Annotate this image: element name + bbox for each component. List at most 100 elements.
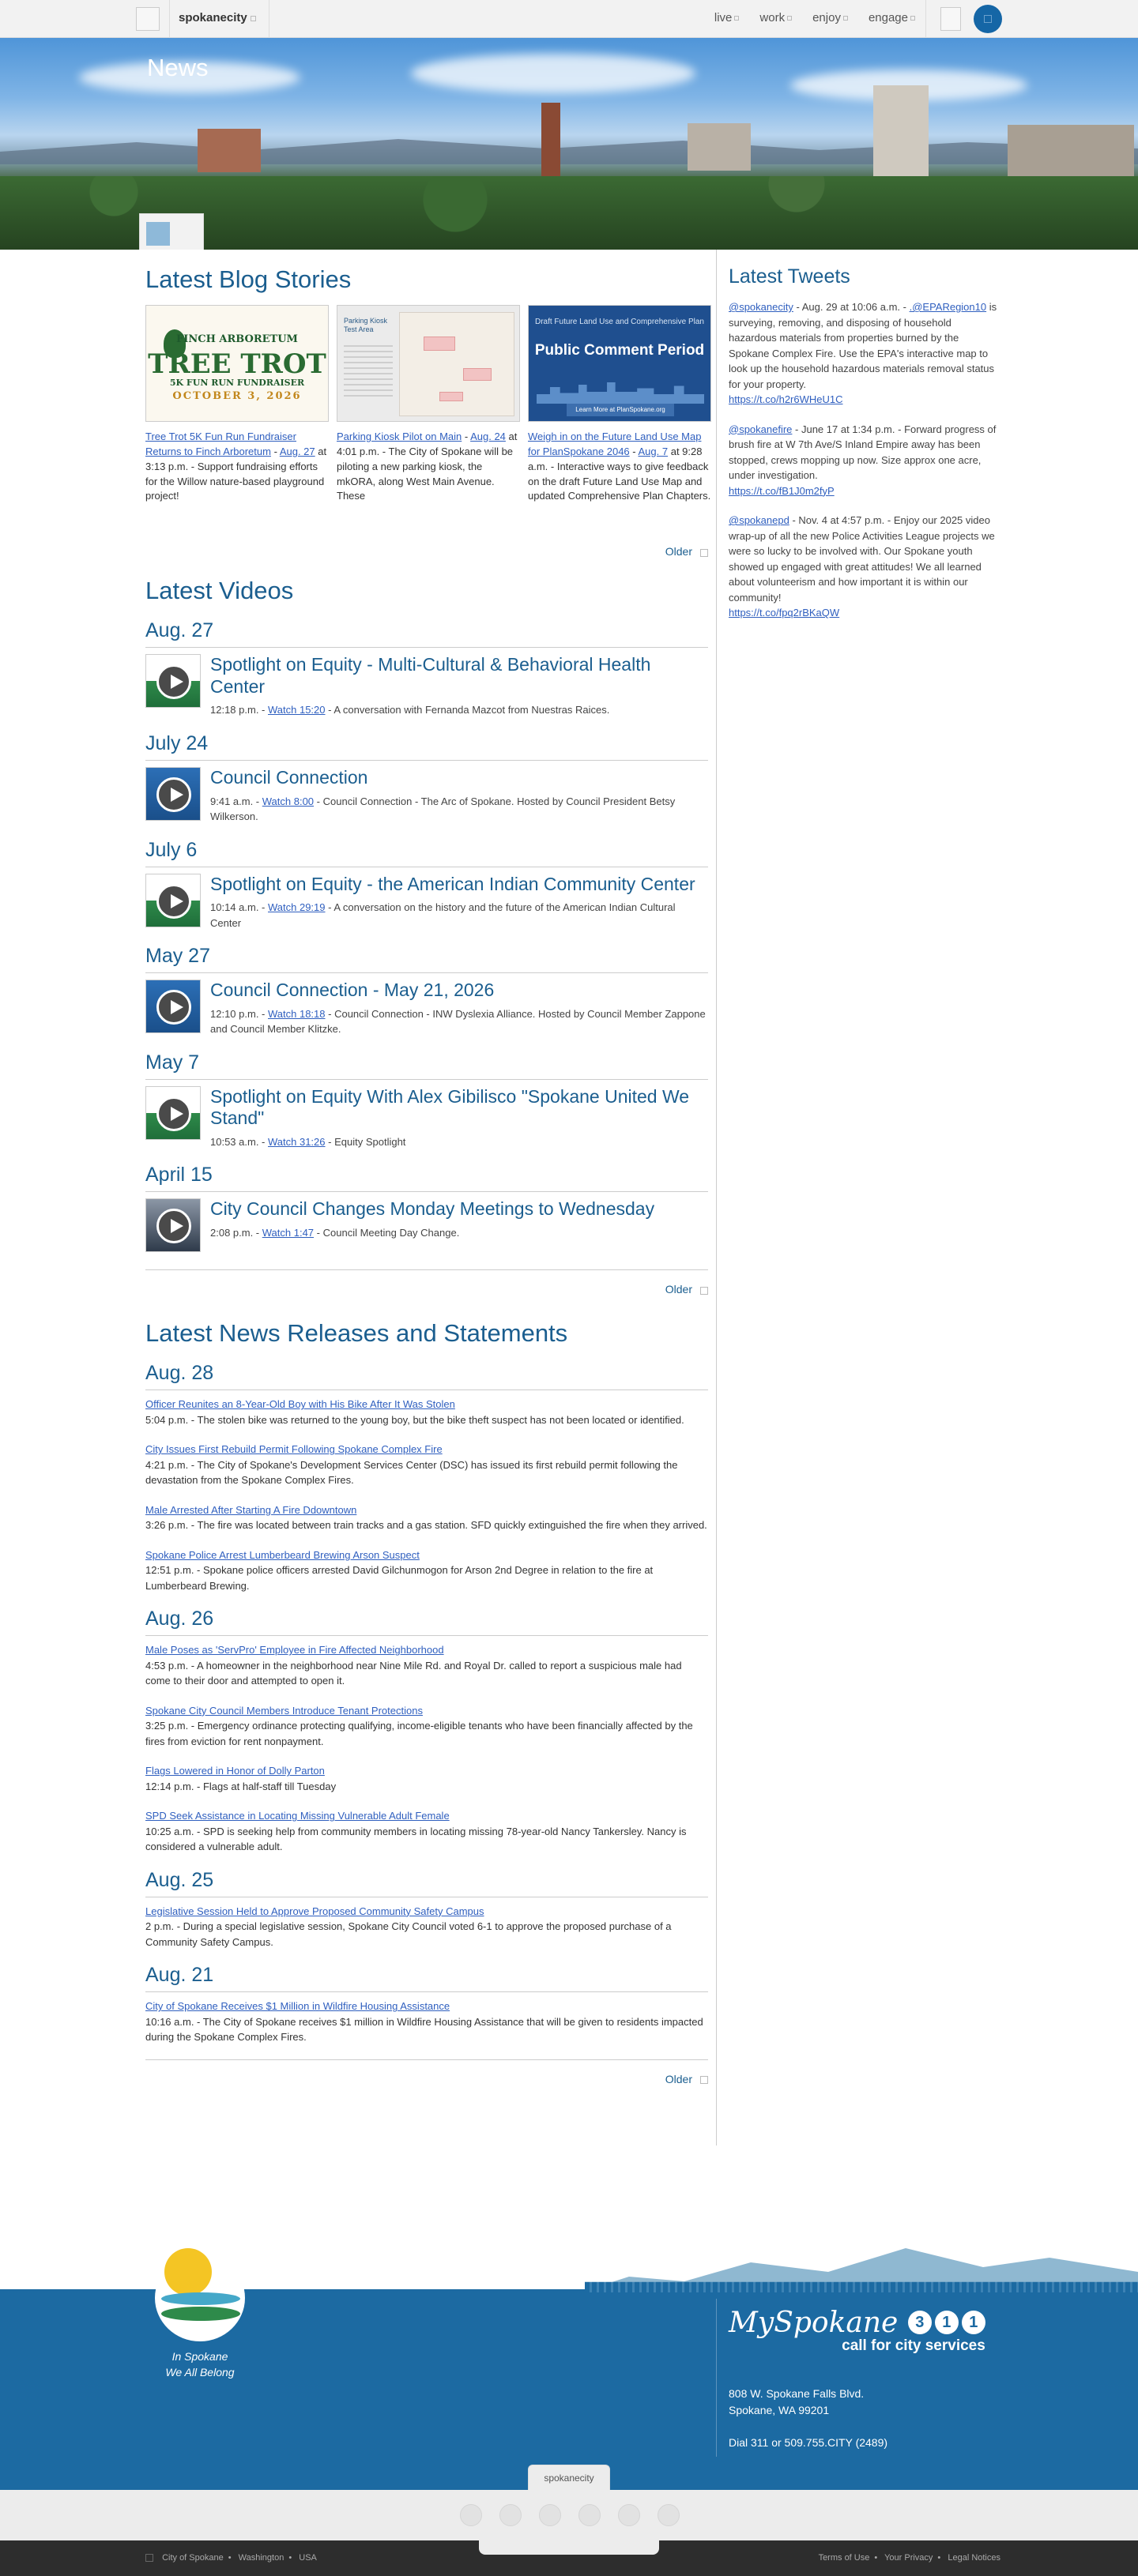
video-title[interactable]: Council Connection <box>210 767 708 789</box>
sun-icon <box>164 2248 212 2296</box>
news-title-link[interactable]: SPD Seek Assistance in Locating Missing … <box>145 1808 708 1824</box>
news-older-link[interactable]: Older <box>145 2059 708 2085</box>
map-graphic <box>399 312 514 416</box>
nav-work[interactable]: work <box>759 11 793 24</box>
video-desc: - A conversation with Fernanda Mazcot fr… <box>328 704 610 716</box>
blog-image-public-comment[interactable]: Draft Future Land Use and Comprehensive … <box>528 305 711 422</box>
menu-icon[interactable] <box>136 7 160 31</box>
instagram-icon[interactable] <box>578 2504 601 2526</box>
subfooter-tab: spokanecity <box>528 2465 610 2490</box>
video-thumbnail[interactable] <box>145 1198 201 1253</box>
news-title-link[interactable]: City Issues First Rebuild Permit Followi… <box>145 1442 708 1457</box>
blog-title-link[interactable]: Parking Kiosk Pilot on Main <box>337 431 462 442</box>
tweet-link[interactable]: https://t.co/fpq2rBKaQW <box>729 605 997 621</box>
watch-link[interactable]: Watch 31:26 <box>268 1136 326 1148</box>
tweet-list: @spokanecity - Aug. 29 at 10:06 a.m. - .… <box>729 299 997 621</box>
news-title-link[interactable]: City of Spokane Receives $1 Million in W… <box>145 1999 708 2014</box>
play-icon <box>156 777 191 812</box>
breadcrumb-item[interactable]: City of Spokane <box>162 2553 224 2563</box>
watch-link[interactable]: Watch 15:20 <box>268 704 326 716</box>
divider <box>925 0 926 38</box>
translate-icon[interactable] <box>940 7 961 31</box>
video-thumbnail[interactable] <box>145 766 201 821</box>
video-time: 12:10 p.m. - <box>210 1007 266 1020</box>
breadcrumb-item[interactable]: Washington <box>239 2553 284 2563</box>
video-title[interactable]: Spotlight on Equity - Multi-Cultural & B… <box>210 654 708 698</box>
watch-link[interactable]: Watch 18:18 <box>268 1008 326 1020</box>
footer-address: 808 W. Spokane Falls Blvd. Spokane, WA 9… <box>729 2386 887 2451</box>
terms-link[interactable]: Terms of Use <box>819 2553 870 2563</box>
breadcrumb-item[interactable]: USA <box>299 2553 317 2563</box>
tweet-link[interactable]: https://t.co/h2r6WHeU1C <box>729 392 997 408</box>
blog-title-link[interactable]: Tree Trot 5K Fun Run Fundraiser Returns … <box>145 431 296 457</box>
video-meta: 12:18 p.m. - Watch 15:20 - A conversatio… <box>210 702 708 718</box>
blog-section: Latest Blog Stories FINCH ARBORETUM TREE… <box>145 250 711 558</box>
spokane-sun-logo[interactable] <box>145 2243 254 2341</box>
footer-tagline: In Spokane We All Belong <box>145 2349 254 2380</box>
site-logo[interactable]: spokanecity <box>179 11 256 24</box>
video-thumbnail[interactable] <box>145 873 201 927</box>
legal-link[interactable]: Legal Notices <box>948 2553 1000 2563</box>
video-title[interactable]: Spotlight on Equity - the American India… <box>210 874 708 896</box>
tweet: @spokanepd - Nov. 4 at 4:57 p.m. - Enjoy… <box>729 513 997 621</box>
linkedin-icon[interactable] <box>618 2504 640 2526</box>
videos-older-link[interactable]: Older <box>145 1269 708 1296</box>
nav-engage[interactable]: engage <box>869 11 915 24</box>
nav-enjoy[interactable]: enjoy <box>812 11 848 24</box>
image-text: OCTOBER 3, 2026 <box>172 390 302 402</box>
blog-date-link[interactable]: Aug. 7 <box>639 446 669 457</box>
video-title[interactable]: Council Connection - May 21, 2026 <box>210 980 708 1002</box>
sidebar-divider <box>716 250 717 2145</box>
tweet-handle[interactable]: @spokanefire <box>729 423 792 435</box>
social-icons <box>460 2504 680 2526</box>
image-text: Draft Future Land Use and Comprehensive … <box>534 318 704 326</box>
myspokane-logo[interactable]: MySpokane 3 1 1 call for city services <box>729 2307 985 2355</box>
watch-link[interactable]: Watch 29:19 <box>268 901 326 913</box>
facebook-icon[interactable] <box>460 2504 482 2526</box>
twitter-icon[interactable] <box>499 2504 522 2526</box>
video-title[interactable]: City Council Changes Monday Meetings to … <box>210 1198 654 1220</box>
blog-image-tree-trot[interactable]: FINCH ARBORETUM TREE TROT 5K FUN RUN FUN… <box>145 305 329 422</box>
blog-heading: Latest Blog Stories <box>145 265 352 293</box>
news-title-link[interactable]: Spokane Police Arrest Lumberbeard Brewin… <box>145 1547 708 1563</box>
video-desc: - Equity Spotlight <box>328 1135 406 1148</box>
news-title-link[interactable]: Male Poses as 'ServPro' Employee in Fire… <box>145 1642 708 1658</box>
youtube-icon[interactable] <box>539 2504 561 2526</box>
blog-date-link[interactable]: Aug. 27 <box>280 446 315 457</box>
location-breadcrumb: City of Spokane • Washington • USA <box>145 2553 317 2563</box>
news-title-link[interactable]: Spokane City Council Members Introduce T… <box>145 1703 708 1719</box>
map-zone <box>424 337 455 351</box>
news-title-link[interactable]: Officer Reunites an 8-Year-Old Boy with … <box>145 1397 708 1412</box>
bottom-bar: City of Spokane • Washington • USA Terms o… <box>0 2540 1138 2576</box>
tweet-mention[interactable]: .@EPARegion10 <box>910 301 987 313</box>
video-thumbnail[interactable] <box>145 980 201 1034</box>
blog-older-link[interactable]: Older <box>145 545 708 558</box>
nav-live[interactable]: live <box>714 11 740 24</box>
watch-link[interactable]: Watch 1:47 <box>262 1227 314 1239</box>
video-thumbnail[interactable] <box>145 1085 201 1140</box>
email-icon[interactable] <box>658 2504 680 2526</box>
address-line: 808 W. Spokane Falls Blvd. <box>729 2387 865 2400</box>
tweet-handle[interactable]: @spokanecity <box>729 301 793 313</box>
top-nav: spokanecity live work enjoy engage <box>0 0 1138 38</box>
video-title[interactable]: Spotlight on Equity With Alex Gibilisco … <box>210 1086 708 1130</box>
tweet-handle[interactable]: @spokanepd <box>729 514 789 526</box>
search-button[interactable] <box>974 5 1002 33</box>
tweet-link[interactable]: https://t.co/fB1J0m2fyP <box>729 483 997 499</box>
video-thumbnail[interactable] <box>145 654 201 709</box>
news-title-link[interactable]: Legislative Session Held to Approve Prop… <box>145 1904 708 1920</box>
news-title-link[interactable]: Male Arrested After Starting A Fire Ddow… <box>145 1502 708 1518</box>
watch-link[interactable]: Watch 8:00 <box>262 795 314 807</box>
news-summary: 5:04 p.m. - The stolen bike was returned… <box>145 1413 684 1426</box>
blog-date-link[interactable]: Aug. 24 <box>470 431 506 442</box>
news-title-link[interactable]: Flags Lowered in Honor of Dolly Parton <box>145 1763 708 1779</box>
blog-image-parking-kiosk[interactable]: Parking Kiosk Test Area <box>337 305 520 422</box>
play-icon <box>156 990 191 1025</box>
play-icon <box>156 664 191 700</box>
privacy-link[interactable]: Your Privacy <box>884 2553 933 2563</box>
video-meta: 12:10 p.m. - Watch 18:18 - Council Conne… <box>210 1006 708 1037</box>
video-date: July 24 <box>145 732 708 761</box>
map-zone <box>439 392 463 401</box>
number-311: 3 1 1 <box>907 2311 985 2334</box>
main-nav: live work enjoy engage <box>714 11 915 24</box>
